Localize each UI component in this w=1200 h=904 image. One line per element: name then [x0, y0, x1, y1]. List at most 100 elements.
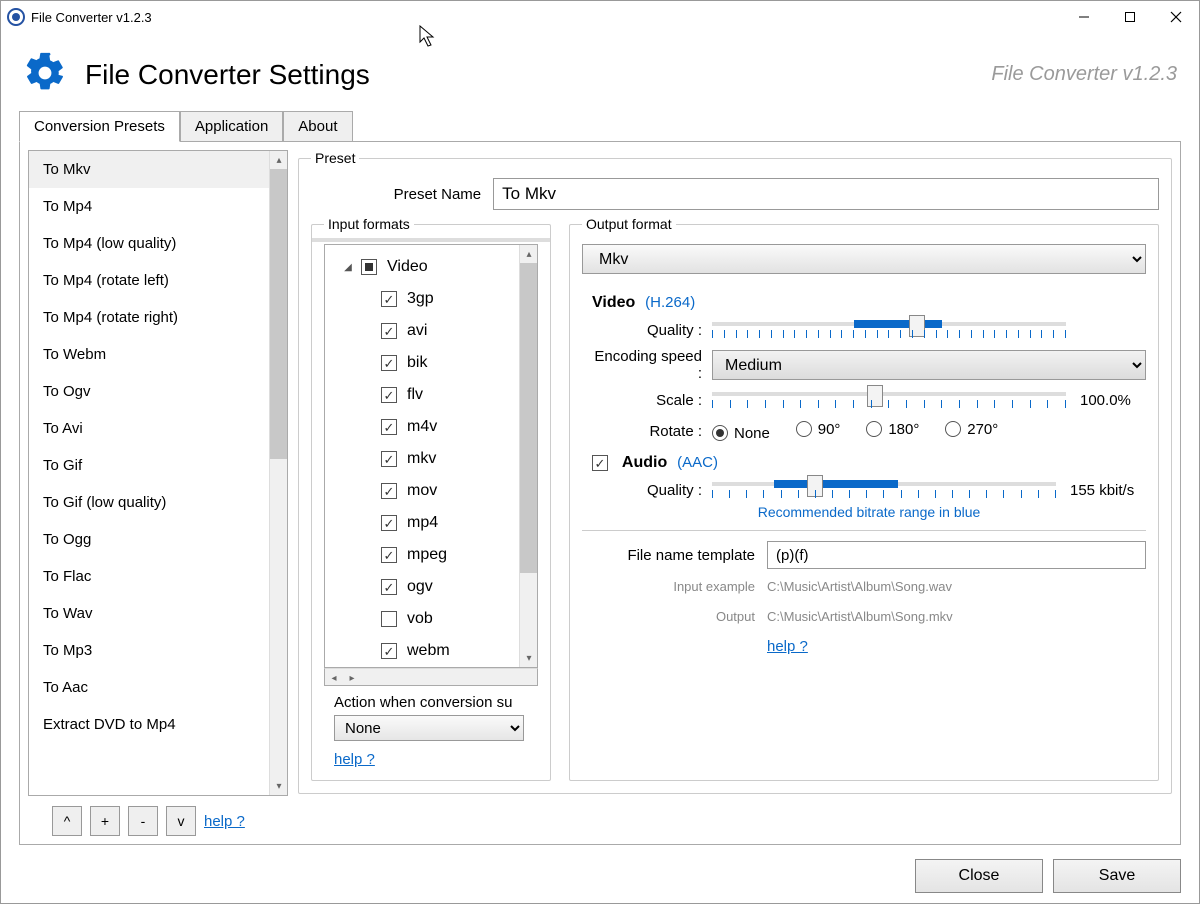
preset-item[interactable]: To Mp4 (low quality)	[29, 225, 269, 262]
preset-item[interactable]: To Mp4 (rotate left)	[29, 262, 269, 299]
checkbox[interactable]	[381, 387, 397, 403]
maximize-button[interactable]	[1107, 1, 1153, 33]
checkbox[interactable]	[381, 323, 397, 339]
format-item[interactable]: ogv	[335, 571, 519, 603]
move-up-button[interactable]: ^	[52, 806, 82, 836]
format-item[interactable]: avi	[335, 315, 519, 347]
scale-slider[interactable]	[712, 386, 1066, 414]
rotate-180-radio[interactable]: 180°	[866, 421, 919, 438]
format-item[interactable]: mp4	[335, 507, 519, 539]
audio-quality-value: 155 kbit/s	[1056, 482, 1146, 499]
minimize-button[interactable]	[1061, 1, 1107, 33]
tab-conversion-presets[interactable]: Conversion Presets	[19, 111, 180, 142]
page-title: File Converter Settings	[85, 59, 370, 91]
checkbox[interactable]	[381, 419, 397, 435]
format-item[interactable]: bik	[335, 347, 519, 379]
audio-enable-checkbox[interactable]	[592, 455, 608, 471]
preset-item[interactable]: To Wav	[29, 595, 269, 632]
scale-label: Scale :	[592, 392, 712, 409]
format-group-video[interactable]: ◢ Video	[335, 251, 519, 283]
tab-application[interactable]: Application	[180, 111, 283, 142]
scroll-left-icon[interactable]: ◂	[325, 669, 343, 687]
video-quality-slider[interactable]	[712, 316, 1066, 344]
window-title: File Converter v1.2.3	[31, 10, 152, 25]
bitrate-hint: Recommended bitrate range in blue	[592, 504, 1146, 520]
add-preset-button[interactable]: +	[90, 806, 120, 836]
format-item[interactable]: mov	[335, 475, 519, 507]
header: File Converter Settings File Converter v…	[1, 33, 1199, 110]
checkbox[interactable]	[381, 355, 397, 371]
collapse-icon[interactable]: ◢	[341, 262, 355, 273]
close-button[interactable]	[1153, 1, 1199, 33]
output-format-legend: Output format	[582, 216, 676, 232]
preset-item[interactable]: To Ogv	[29, 373, 269, 410]
scroll-down-icon[interactable]: ▾	[520, 649, 538, 667]
checkbox[interactable]	[381, 579, 397, 595]
preset-scrollbar[interactable]: ▴ ▾	[269, 151, 287, 795]
scroll-right-icon[interactable]: ▸	[343, 669, 361, 687]
preset-name-label: Preset Name	[311, 186, 493, 203]
format-item[interactable]: mpeg	[335, 539, 519, 571]
scroll-up-icon[interactable]: ▴	[270, 151, 288, 169]
scrollbar-thumb[interactable]	[520, 263, 537, 573]
preset-list: To Mkv To Mp4 To Mp4 (low quality) To Mp…	[28, 150, 288, 796]
format-item[interactable]: vob	[335, 603, 519, 635]
format-item[interactable]: mkv	[335, 443, 519, 475]
checkbox[interactable]	[381, 291, 397, 307]
move-down-button[interactable]: v	[166, 806, 196, 836]
conversion-action-select[interactable]: None	[334, 715, 524, 741]
template-help-link[interactable]: help ?	[767, 638, 808, 655]
format-item[interactable]: m4v	[335, 411, 519, 443]
preset-item[interactable]: To Mkv	[29, 151, 269, 188]
formats-scrollbar[interactable]: ▴ ▾	[519, 245, 537, 667]
preset-item[interactable]: To Gif	[29, 447, 269, 484]
preset-item[interactable]: To Mp3	[29, 632, 269, 669]
checkbox[interactable]	[381, 451, 397, 467]
tab-about[interactable]: About	[283, 111, 352, 142]
preset-item[interactable]: To Flac	[29, 558, 269, 595]
preset-item[interactable]: To Ogg	[29, 521, 269, 558]
rotate-90-radio[interactable]: 90°	[796, 421, 841, 438]
preset-item[interactable]: To Webm	[29, 336, 269, 373]
format-item[interactable]: flv	[335, 379, 519, 411]
checkbox[interactable]	[381, 483, 397, 499]
checkbox-video-group[interactable]	[361, 259, 377, 275]
format-item[interactable]: webm	[335, 635, 519, 667]
output-example-label: Output	[582, 609, 767, 624]
checkbox[interactable]	[381, 547, 397, 563]
checkbox[interactable]	[381, 515, 397, 531]
input-formats-legend: Input formats	[324, 216, 414, 232]
version-label: File Converter v1.2.3	[991, 63, 1177, 86]
preset-item[interactable]: To Avi	[29, 410, 269, 447]
audio-quality-slider[interactable]	[712, 476, 1056, 504]
formats-hscrollbar[interactable]: ◂ ▸	[324, 668, 538, 686]
scrollbar-thumb[interactable]	[270, 169, 287, 459]
scroll-down-icon[interactable]: ▾	[270, 777, 288, 795]
output-format-select[interactable]: Mkv	[582, 244, 1146, 274]
checkbox[interactable]	[381, 611, 397, 627]
audio-section-title: Audio	[622, 454, 667, 471]
video-codec-label: (H.264)	[645, 294, 695, 311]
preset-item[interactable]: To Mp4	[29, 188, 269, 225]
encoding-speed-label: Encoding speed :	[592, 348, 712, 382]
preset-item[interactable]: To Mp4 (rotate right)	[29, 299, 269, 336]
checkbox[interactable]	[381, 643, 397, 659]
scroll-up-icon[interactable]: ▴	[520, 245, 538, 263]
save-button[interactable]: Save	[1053, 859, 1181, 893]
presets-help-link[interactable]: help ?	[204, 813, 245, 830]
input-formats-help-link[interactable]: help ?	[334, 751, 538, 768]
encoding-speed-select[interactable]: Medium	[712, 350, 1146, 380]
preset-name-input[interactable]	[493, 178, 1159, 210]
app-icon	[7, 8, 25, 26]
filename-template-input[interactable]	[767, 541, 1146, 569]
rotate-label: Rotate :	[592, 423, 712, 440]
preset-item[interactable]: To Gif (low quality)	[29, 484, 269, 521]
preset-item[interactable]: Extract DVD to Mp4	[29, 706, 269, 743]
remove-preset-button[interactable]: -	[128, 806, 158, 836]
rotate-none-radio[interactable]: None	[712, 425, 770, 442]
preset-item[interactable]: To Aac	[29, 669, 269, 706]
video-section-title: Video	[592, 294, 635, 311]
format-item[interactable]: 3gp	[335, 283, 519, 315]
close-button-footer[interactable]: Close	[915, 859, 1043, 893]
rotate-270-radio[interactable]: 270°	[945, 421, 998, 438]
